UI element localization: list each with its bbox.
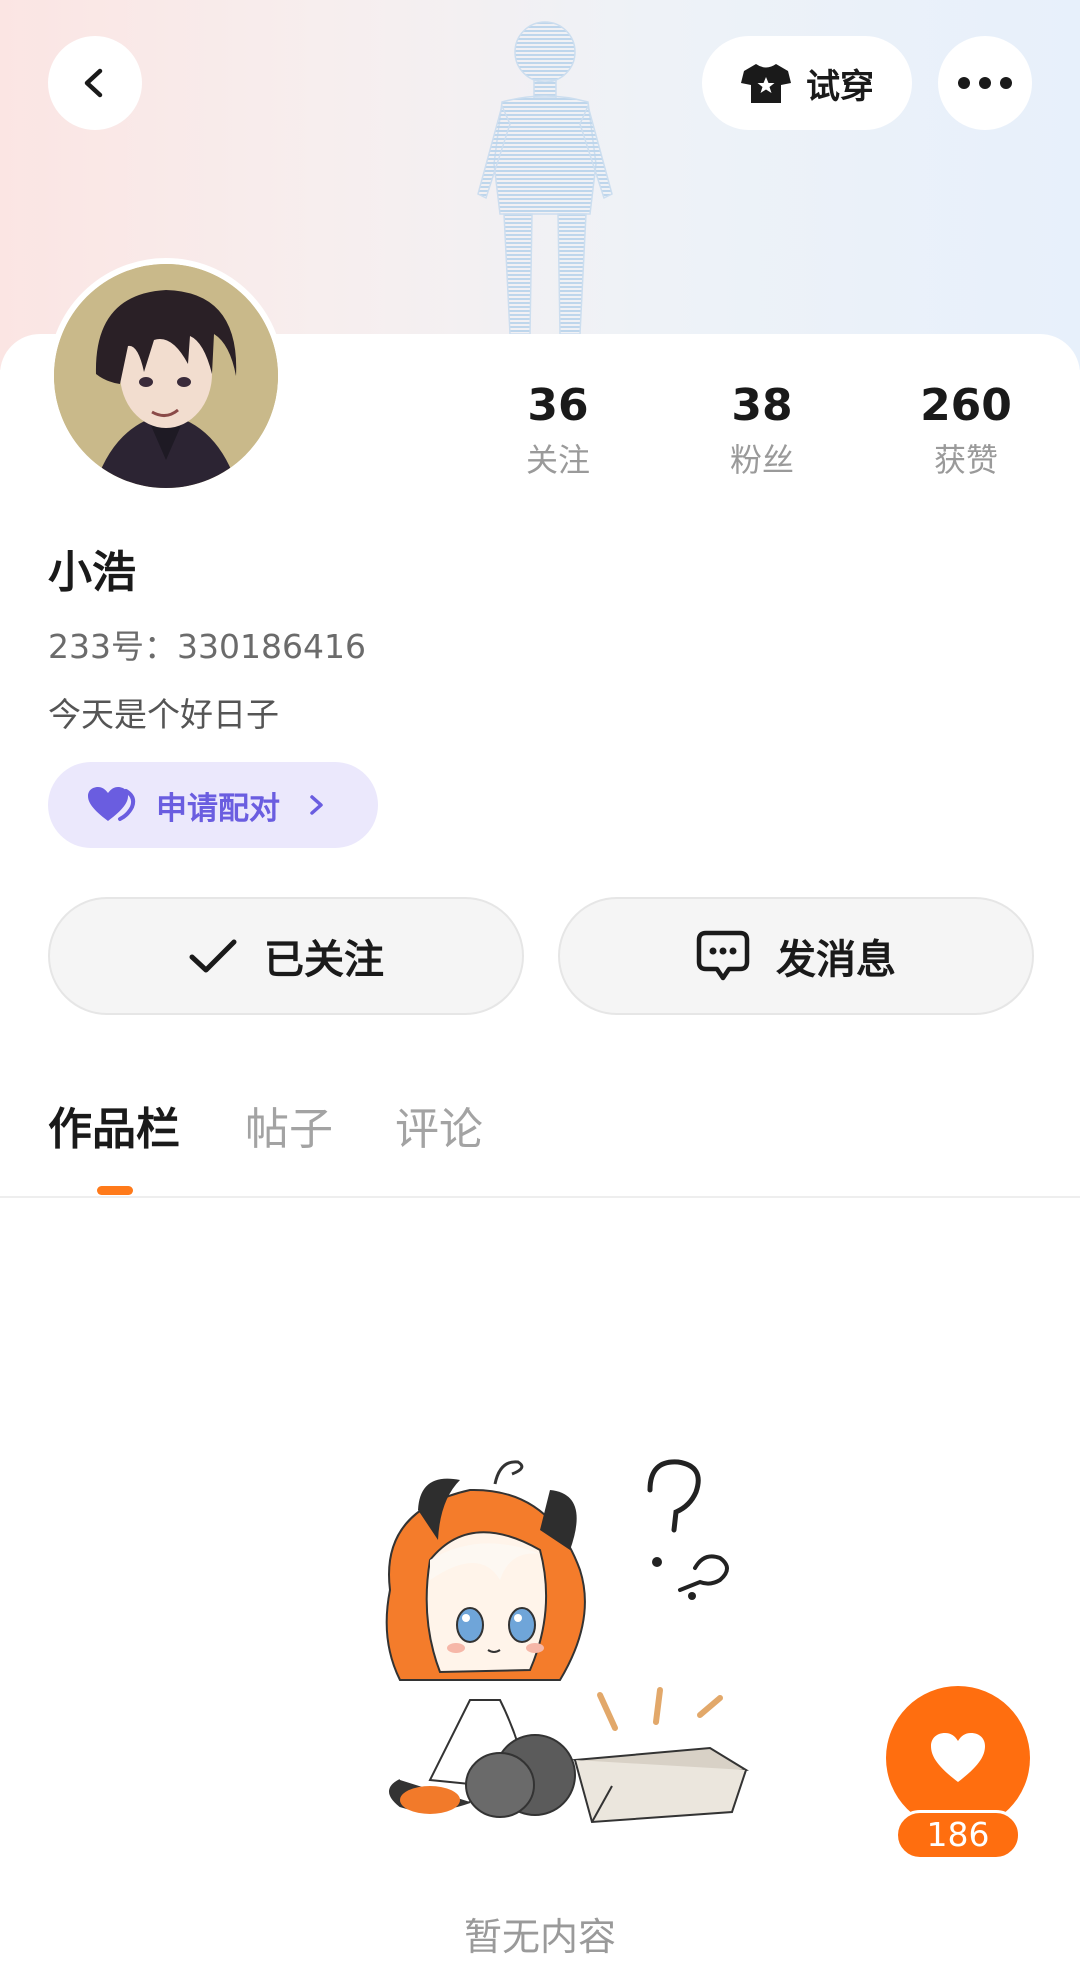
more-dots-icon — [958, 77, 1012, 89]
heart-pair-icon — [88, 787, 136, 821]
apply-pair-label: 申请配对 — [156, 790, 280, 827]
empty-state-text: 暂无内容 — [463, 1915, 616, 1959]
user-bio: 今天是个好日子 — [48, 695, 279, 734]
send-message-button[interactable]: 发消息 — [558, 897, 1034, 1015]
tab-comments[interactable]: 评论 — [395, 1100, 483, 1160]
try-on-button[interactable]: 试穿 — [702, 36, 912, 130]
stat-following-label: 关注 — [525, 441, 590, 479]
stat-likes[interactable]: 260 获赞 — [886, 378, 1046, 482]
back-button[interactable] — [48, 36, 142, 130]
stat-likes-label: 获赞 — [933, 441, 998, 479]
more-button[interactable] — [938, 36, 1032, 130]
user-id: 233号：330186416 — [48, 627, 366, 666]
send-message-label: 发消息 — [776, 937, 896, 983]
avatar[interactable] — [48, 258, 284, 494]
stat-fans-label: 粉丝 — [729, 441, 794, 479]
stat-following-count: 36 — [527, 380, 589, 431]
avatar-illustration — [54, 264, 278, 488]
empty-state-illustration — [385, 1459, 749, 1824]
like-count: 186 — [895, 1810, 1021, 1860]
user-name: 小浩 — [48, 547, 136, 598]
stat-fans-count: 38 — [731, 380, 793, 431]
apply-pair-button[interactable]: 申请配对 — [48, 762, 378, 848]
chevron-left-icon — [84, 68, 103, 98]
chevron-right-icon — [310, 795, 323, 815]
tab-divider — [0, 1196, 1080, 1198]
check-icon — [189, 939, 237, 973]
stat-fans[interactable]: 38 粉丝 — [682, 378, 842, 482]
like-button[interactable] — [886, 1686, 1030, 1830]
stat-likes-count: 260 — [920, 380, 1012, 431]
tshirt-icon — [741, 64, 791, 103]
chat-bubble-icon — [696, 930, 750, 981]
avatar-figure-hologram[interactable] — [440, 14, 650, 344]
tab-active-indicator — [97, 1186, 133, 1195]
stat-following[interactable]: 36 关注 — [478, 378, 638, 482]
tab-works[interactable]: 作品栏 — [48, 1100, 180, 1160]
followed-button[interactable]: 已关注 — [48, 897, 524, 1015]
tab-posts[interactable]: 帖子 — [245, 1100, 333, 1160]
followed-label: 已关注 — [264, 937, 384, 983]
heart-icon — [931, 1733, 985, 1782]
try-on-label: 试穿 — [806, 66, 874, 107]
